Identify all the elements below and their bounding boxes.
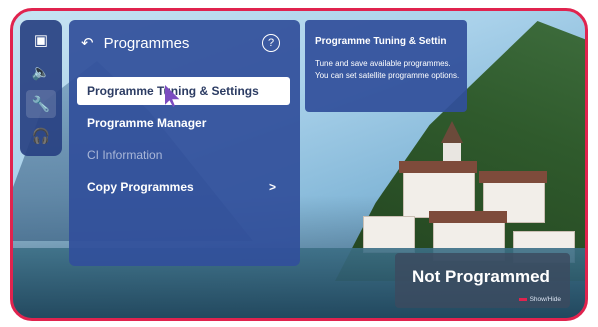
red-button-icon [518,298,527,301]
menu-item-label: Copy Programmes [87,180,194,194]
picture-icon[interactable]: ▣ [26,26,56,54]
status-title: Not Programmed [412,267,550,286]
menu-item-label: Programme Manager [87,116,207,130]
back-icon[interactable]: ↶ [81,34,94,52]
info-title: Programme Tuning & Settin [315,36,447,47]
show-hide-label: Show/Hide [529,296,561,303]
quick-settings-bar: ▣ 🔈 🔧 🎧 [20,20,62,156]
sound-icon[interactable]: 🔈 [26,58,56,86]
status-banner: Not Programmed Show/Hide [395,253,570,308]
menu-item-programme-tuning[interactable]: Programme Tuning & Settings [77,77,290,105]
wrench-icon[interactable]: 🔧 [26,90,56,118]
chevron-right-icon: > [268,180,276,194]
show-hide-hint[interactable]: Show/Hide [518,296,561,303]
programmes-panel: ↶ Programmes ? Programme Tuning & Settin… [69,20,300,266]
info-text: Tune and save available programmes. You … [315,59,460,80]
menu-item-ci-information: CI Information [77,141,290,169]
panel-header: ↶ Programmes [81,34,190,53]
menu-item-copy-programmes[interactable]: Copy Programmes > [77,173,290,201]
panel-title: Programmes [103,34,190,52]
help-icon[interactable]: ? [262,34,280,52]
menu-item-programme-manager[interactable]: Programme Manager [77,109,290,137]
menu-item-label: CI Information [87,148,163,162]
info-tooltip: Programme Tuning & Settin Tune and save … [305,20,467,112]
headset-icon[interactable]: 🎧 [26,122,56,150]
